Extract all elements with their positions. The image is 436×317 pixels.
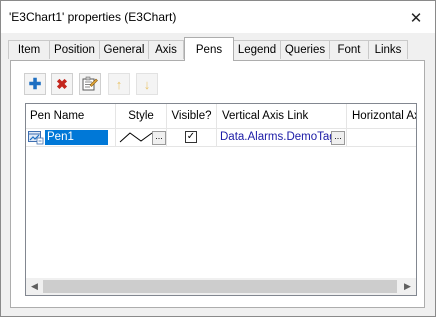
pens-panel: ✚ ✖ ↑ ↓ Pen Name Style Visible? Vertical… [10, 60, 425, 308]
title-bar: 'E3Chart1' properties (E3Chart) ✕ [1, 1, 435, 33]
tab-item[interactable]: Item [8, 40, 50, 59]
column-horizontal-axis-link[interactable]: Horizontal Axi [347, 104, 416, 128]
horizontal-axis-link-cell[interactable] [347, 128, 416, 147]
line-style-preview-icon [119, 132, 153, 143]
visible-cell: ✓ [167, 128, 217, 147]
tab-axis[interactable]: Axis [148, 40, 184, 59]
column-style[interactable]: Style [116, 104, 167, 128]
vertical-axis-link-value: Data.Alarms.DemoTag1 [220, 131, 343, 143]
tab-position[interactable]: Position [49, 40, 100, 59]
tab-queries[interactable]: Queries [280, 40, 330, 59]
properties-window: 'E3Chart1' properties (E3Chart) ✕ Item P… [0, 0, 436, 317]
tab-legend[interactable]: Legend [233, 40, 281, 59]
pen-properties-button[interactable] [79, 73, 101, 95]
move-down-button[interactable]: ↓ [136, 73, 158, 95]
close-button[interactable]: ✕ [407, 9, 425, 27]
pen-name-cell[interactable]: Pen1 [26, 128, 116, 147]
scroll-right-arrow-icon[interactable]: ▶ [399, 278, 416, 295]
tab-strip: Item Position General Axis Legend Querie… [1, 33, 435, 61]
add-pen-button[interactable]: ✚ [24, 73, 46, 95]
add-pen-icon: ✚ [28, 76, 42, 93]
move-down-icon: ↓ [143, 76, 151, 92]
style-ellipsis-button[interactable]: ... [152, 131, 166, 145]
horizontal-scrollbar[interactable]: ◀ ▶ [26, 278, 416, 295]
delete-pen-button[interactable]: ✖ [51, 73, 73, 95]
vertical-axis-link-cell[interactable]: Data.Alarms.DemoTag1 ... [217, 128, 347, 147]
move-up-button[interactable]: ↑ [108, 73, 130, 95]
scrollbar-thumb[interactable] [43, 280, 397, 293]
scroll-left-arrow-icon[interactable]: ◀ [26, 278, 43, 295]
table-row[interactable]: Pen1 ... ✓ Data.Alarms.DemoTag1 ... [26, 128, 416, 147]
visible-checkbox[interactable]: ✓ [185, 131, 197, 143]
column-vertical-axis-link[interactable]: Vertical Axis Link [217, 104, 347, 128]
tab-font[interactable]: Font [329, 40, 369, 59]
tab-general[interactable]: General [99, 40, 149, 59]
tab-links[interactable]: Links [368, 40, 408, 59]
tab-pens[interactable]: Pens [184, 37, 234, 61]
grid-header: Pen Name Style Visible? Vertical Axis Li… [26, 104, 416, 129]
pen-name-value[interactable]: Pen1 [45, 130, 108, 145]
move-up-icon: ↑ [115, 76, 123, 92]
pens-grid: Pen Name Style Visible? Vertical Axis Li… [25, 103, 417, 296]
vertical-axis-ellipsis-button[interactable]: ... [331, 131, 345, 145]
pen-properties-icon [82, 76, 98, 91]
delete-pen-icon: ✖ [56, 75, 68, 92]
window-title: 'E3Chart1' properties (E3Chart) [9, 10, 177, 24]
style-cell[interactable]: ... [116, 128, 167, 147]
pen-icon [28, 131, 44, 145]
column-visible[interactable]: Visible? [167, 104, 217, 128]
column-pen-name[interactable]: Pen Name [26, 104, 116, 128]
